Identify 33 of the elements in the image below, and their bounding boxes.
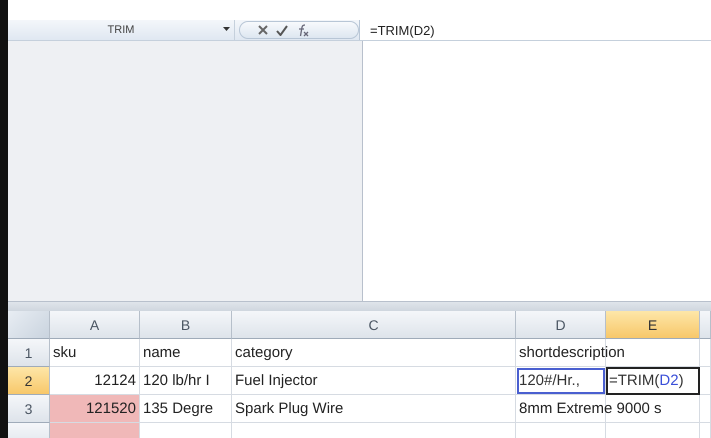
column-header[interactable]: A (50, 311, 140, 339)
cell-text: category (235, 344, 293, 361)
name-box[interactable]: TRIM (8, 20, 235, 40)
formula-field[interactable]: =TRIM(D2) (359, 20, 711, 40)
column-header[interactable] (700, 311, 711, 339)
function-icon[interactable] (296, 24, 310, 36)
cell-text: sku (53, 344, 76, 361)
cell-text: Fuel Injector (235, 372, 318, 389)
table-cell[interactable] (700, 339, 711, 367)
splitter-bar[interactable] (8, 301, 711, 311)
table-cell[interactable]: 120#/Hr., (516, 367, 606, 395)
formula-cell[interactable]: =TRIM(D2) (606, 367, 700, 395)
cell-text: 120 lb/hr I (143, 372, 210, 389)
column-header[interactable]: E (606, 311, 700, 339)
column-header[interactable]: D (516, 311, 606, 339)
check-icon[interactable] (276, 24, 288, 36)
cell-text: 12124 (94, 372, 136, 389)
dropdown-icon[interactable] (223, 27, 230, 31)
table-cell[interactable] (700, 367, 711, 395)
table-cell[interactable] (700, 395, 711, 423)
column-header[interactable]: B (140, 311, 232, 339)
cancel-icon[interactable] (258, 25, 268, 35)
select-all-button[interactable] (8, 311, 50, 339)
cell-text: 8mm Extreme 9000 s (519, 400, 662, 417)
column-header[interactable]: C (232, 311, 516, 339)
table-cell[interactable]: 121520 (50, 395, 140, 423)
cell-text: 135 Degre (143, 400, 214, 417)
row-header[interactable]: 3 (8, 395, 50, 423)
row-header[interactable]: 2 (8, 367, 50, 395)
row-header[interactable]: 1 (8, 339, 50, 367)
cell-text: shortdescription (519, 344, 625, 361)
cell-text: name (143, 344, 181, 361)
cell-text: Spark Plug Wire (235, 400, 344, 417)
